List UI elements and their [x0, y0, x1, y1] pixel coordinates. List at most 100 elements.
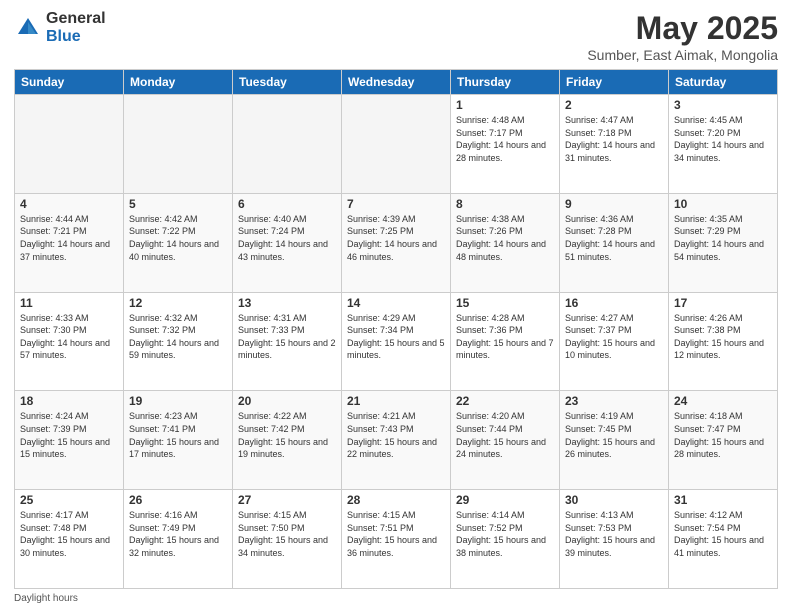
day-number: 15	[456, 296, 554, 310]
day-number: 30	[565, 493, 663, 507]
day-number: 10	[674, 197, 772, 211]
day-info: Sunrise: 4:44 AMSunset: 7:21 PMDaylight:…	[20, 213, 118, 263]
calendar-cell-0-3	[342, 95, 451, 194]
footer-text: Daylight hours	[14, 593, 78, 604]
page: General Blue May 2025 Sumber, East Aimak…	[0, 0, 792, 612]
calendar-cell-3-2: 20Sunrise: 4:22 AMSunset: 7:42 PMDayligh…	[233, 391, 342, 490]
col-header-wednesday: Wednesday	[342, 70, 451, 95]
location: Sumber, East Aimak, Mongolia	[587, 47, 778, 63]
day-number: 24	[674, 394, 772, 408]
day-info: Sunrise: 4:23 AMSunset: 7:41 PMDaylight:…	[129, 410, 227, 460]
day-info: Sunrise: 4:18 AMSunset: 7:47 PMDaylight:…	[674, 410, 772, 460]
logo-text: General Blue	[46, 10, 106, 45]
col-header-tuesday: Tuesday	[233, 70, 342, 95]
calendar-cell-2-0: 11 Sunrise: 4:33 AMSunset: 7:30 PMDayligh…	[15, 292, 124, 391]
day-number: 13	[238, 296, 336, 310]
day-number: 16	[565, 296, 663, 310]
calendar-cell-0-5: 2 Sunrise: 4:47 AMSunset: 7:18 PMDaylight…	[560, 95, 669, 194]
calendar-cell-4-1: 26 Sunrise: 4:16 AMSunset: 7:49 PMDayligh…	[124, 490, 233, 589]
calendar-cell-3-1: 19Sunrise: 4:23 AMSunset: 7:41 PMDayligh…	[124, 391, 233, 490]
day-info: Sunrise: 4:39 AMSunset: 7:25 PMDaylight:…	[347, 213, 445, 263]
day-number: 8	[456, 197, 554, 211]
col-header-monday: Monday	[124, 70, 233, 95]
day-number: 23	[565, 394, 663, 408]
day-info: Sunrise: 4:14 AMSunset: 7:52 PMDaylight:…	[456, 509, 554, 559]
day-number: 21	[347, 394, 445, 408]
calendar-cell-2-2: 13Sunrise: 4:31 AMSunset: 7:33 PMDayligh…	[233, 292, 342, 391]
calendar-cell-0-1	[124, 95, 233, 194]
day-info: Sunrise: 4:47 AMSunset: 7:18 PMDaylight:…	[565, 114, 663, 164]
day-info: Sunrise: 4:20 AMSunset: 7:44 PMDaylight:…	[456, 410, 554, 460]
calendar-cell-4-4: 29 Sunrise: 4:14 AMSunset: 7:52 PMDayligh…	[451, 490, 560, 589]
day-info: Sunrise: 4:48 AMSunset: 7:17 PMDaylight:…	[456, 114, 554, 164]
col-header-sunday: Sunday	[15, 70, 124, 95]
day-number: 18	[20, 394, 118, 408]
calendar-cell-4-3: 28Sunrise: 4:15 AMSunset: 7:51 PMDayligh…	[342, 490, 451, 589]
day-info: Sunrise: 4:13 AMSunset: 7:53 PMDaylight:…	[565, 509, 663, 559]
logo-general-text: General	[46, 10, 106, 28]
calendar-cell-3-6: 24 Sunrise: 4:18 AMSunset: 7:47 PMDayligh…	[669, 391, 778, 490]
day-info: Sunrise: 4:35 AMSunset: 7:29 PMDaylight:…	[674, 213, 772, 263]
calendar-cell-0-0	[15, 95, 124, 194]
calendar-cell-0-2	[233, 95, 342, 194]
day-number: 5	[129, 197, 227, 211]
day-info: Sunrise: 4:26 AMSunset: 7:38 PMDaylight:…	[674, 312, 772, 362]
day-info: Sunrise: 4:21 AMSunset: 7:43 PMDaylight:…	[347, 410, 445, 460]
col-header-friday: Friday	[560, 70, 669, 95]
calendar-header: SundayMondayTuesdayWednesdayThursdayFrid…	[15, 70, 778, 95]
day-info: Sunrise: 4:29 AMSunset: 7:34 PMDaylight:…	[347, 312, 445, 362]
calendar-cell-4-5: 30 Sunrise: 4:13 AMSunset: 7:53 PMDayligh…	[560, 490, 669, 589]
calendar-cell-2-4: 15Sunrise: 4:28 AMSunset: 7:36 PMDayligh…	[451, 292, 560, 391]
logo-icon	[14, 14, 42, 42]
day-info: Sunrise: 4:22 AMSunset: 7:42 PMDaylight:…	[238, 410, 336, 460]
calendar-cell-1-1: 5 Sunrise: 4:42 AMSunset: 7:22 PMDaylight…	[124, 193, 233, 292]
col-header-thursday: Thursday	[451, 70, 560, 95]
day-number: 12	[129, 296, 227, 310]
header-row: SundayMondayTuesdayWednesdayThursdayFrid…	[15, 70, 778, 95]
calendar-cell-2-1: 12Sunrise: 4:32 AMSunset: 7:32 PMDayligh…	[124, 292, 233, 391]
day-info: Sunrise: 4:33 AMSunset: 7:30 PMDaylight:…	[20, 312, 118, 362]
week-row-0: 1Sunrise: 4:48 AMSunset: 7:17 PMDaylight…	[15, 95, 778, 194]
day-info: Sunrise: 4:42 AMSunset: 7:22 PMDaylight:…	[129, 213, 227, 263]
day-number: 6	[238, 197, 336, 211]
day-info: Sunrise: 4:27 AMSunset: 7:37 PMDaylight:…	[565, 312, 663, 362]
calendar-cell-3-0: 18 Sunrise: 4:24 AMSunset: 7:39 PMDayligh…	[15, 391, 124, 490]
month-title: May 2025	[587, 10, 778, 47]
day-number: 14	[347, 296, 445, 310]
calendar-cell-4-2: 27 Sunrise: 4:15 AMSunset: 7:50 PMDayligh…	[233, 490, 342, 589]
calendar-cell-1-3: 7Sunrise: 4:39 AMSunset: 7:25 PMDaylight…	[342, 193, 451, 292]
day-info: Sunrise: 4:15 AMSunset: 7:51 PMDaylight:…	[347, 509, 445, 559]
calendar-cell-1-2: 6 Sunrise: 4:40 AMSunset: 7:24 PMDaylight…	[233, 193, 342, 292]
calendar-cell-3-4: 22 Sunrise: 4:20 AMSunset: 7:44 PMDayligh…	[451, 391, 560, 490]
day-number: 22	[456, 394, 554, 408]
day-number: 2	[565, 98, 663, 112]
calendar-cell-0-6: 3 Sunrise: 4:45 AMSunset: 7:20 PMDaylight…	[669, 95, 778, 194]
day-number: 3	[674, 98, 772, 112]
day-number: 29	[456, 493, 554, 507]
day-info: Sunrise: 4:16 AMSunset: 7:49 PMDaylight:…	[129, 509, 227, 559]
day-info: Sunrise: 4:12 AMSunset: 7:54 PMDaylight:…	[674, 509, 772, 559]
day-number: 26	[129, 493, 227, 507]
day-info: Sunrise: 4:45 AMSunset: 7:20 PMDaylight:…	[674, 114, 772, 164]
day-number: 27	[238, 493, 336, 507]
day-info: Sunrise: 4:15 AMSunset: 7:50 PMDaylight:…	[238, 509, 336, 559]
calendar-cell-2-3: 14 Sunrise: 4:29 AMSunset: 7:34 PMDayligh…	[342, 292, 451, 391]
calendar-cell-4-0: 25 Sunrise: 4:17 AMSunset: 7:48 PMDayligh…	[15, 490, 124, 589]
day-info: Sunrise: 4:17 AMSunset: 7:48 PMDaylight:…	[20, 509, 118, 559]
title-block: May 2025 Sumber, East Aimak, Mongolia	[587, 10, 778, 63]
day-info: Sunrise: 4:40 AMSunset: 7:24 PMDaylight:…	[238, 213, 336, 263]
day-info: Sunrise: 4:24 AMSunset: 7:39 PMDaylight:…	[20, 410, 118, 460]
calendar-cell-1-4: 8Sunrise: 4:38 AMSunset: 7:26 PMDaylight…	[451, 193, 560, 292]
calendar-cell-1-6: 10 Sunrise: 4:35 AMSunset: 7:29 PMDayligh…	[669, 193, 778, 292]
calendar-cell-1-5: 9Sunrise: 4:36 AMSunset: 7:28 PMDaylight…	[560, 193, 669, 292]
calendar-cell-1-0: 4 Sunrise: 4:44 AMSunset: 7:21 PMDaylight…	[15, 193, 124, 292]
calendar-cell-4-6: 31Sunrise: 4:12 AMSunset: 7:54 PMDayligh…	[669, 490, 778, 589]
day-number: 9	[565, 197, 663, 211]
calendar-cell-0-4: 1Sunrise: 4:48 AMSunset: 7:17 PMDaylight…	[451, 95, 560, 194]
day-number: 11	[20, 296, 118, 310]
day-number: 25	[20, 493, 118, 507]
calendar-cell-2-6: 17Sunrise: 4:26 AMSunset: 7:38 PMDayligh…	[669, 292, 778, 391]
day-number: 4	[20, 197, 118, 211]
calendar-cell-2-5: 16 Sunrise: 4:27 AMSunset: 7:37 PMDayligh…	[560, 292, 669, 391]
calendar-body: 1Sunrise: 4:48 AMSunset: 7:17 PMDaylight…	[15, 95, 778, 589]
